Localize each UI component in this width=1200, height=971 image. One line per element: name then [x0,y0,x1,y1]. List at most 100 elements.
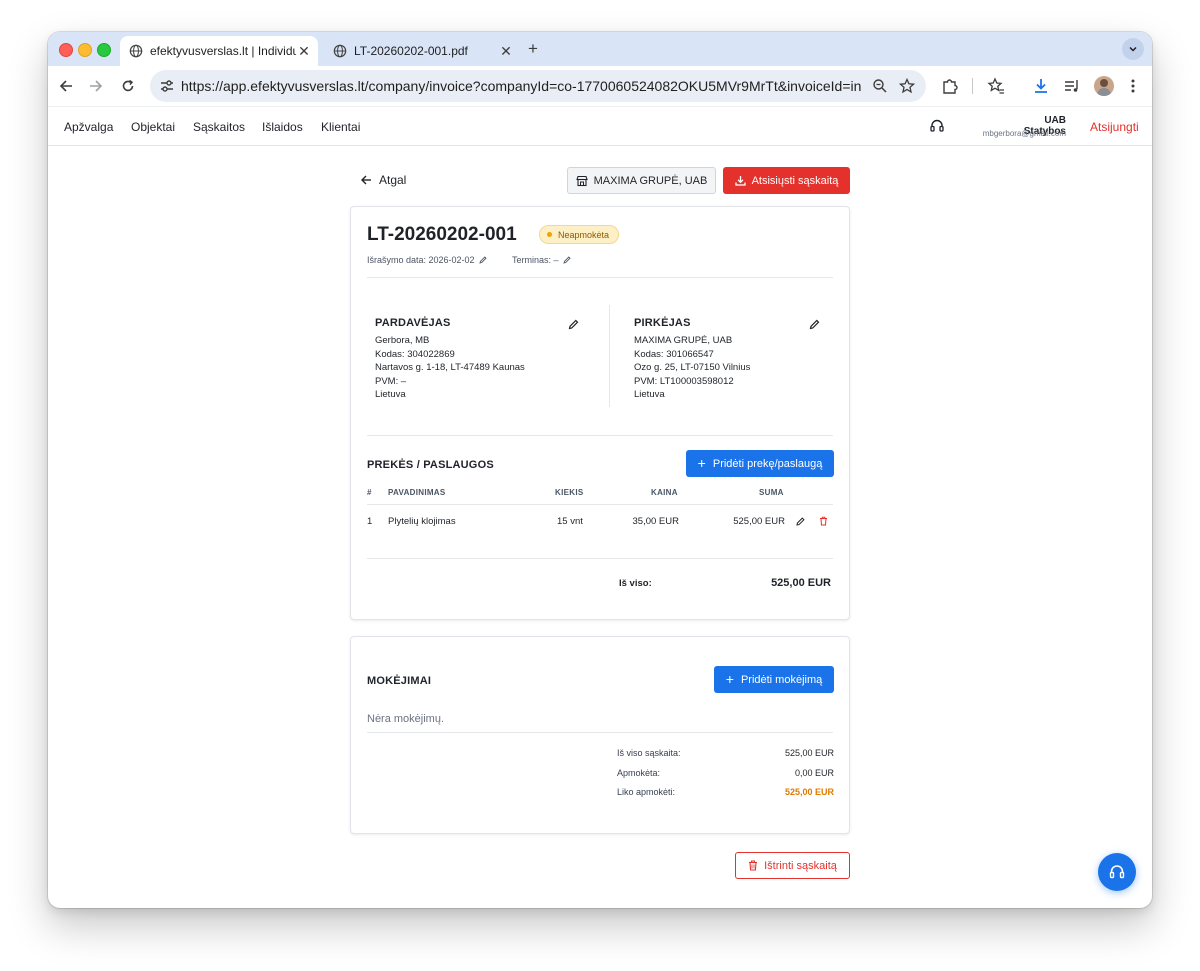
bookmark-star-icon[interactable] [899,78,915,94]
invoice-number: LT-20260202-001 [367,224,517,245]
tab-title: efektyvusverslas.lt | Individua [150,44,296,58]
profile-avatar[interactable] [1094,76,1114,96]
download-invoice-button[interactable]: Atsisiųsti sąskaitą [723,167,850,194]
nav-item-expenses[interactable]: Išlaidos [262,120,303,134]
total-value: 525,00 EUR [771,577,831,589]
zoom-icon[interactable] [872,78,888,94]
empty-payments-text: Nėra mokėjimų. [367,713,445,725]
payments-card: MOKĖJIMAI + Pridėti mokėjimą Nėra mokėji… [350,636,850,834]
add-payment-button[interactable]: + Pridėti mokėjimą [714,666,834,693]
reload-icon [122,79,134,92]
forward-nav-button[interactable] [86,76,106,96]
pencil-icon[interactable] [568,319,579,330]
site-settings-icon [161,80,173,92]
delete-invoice-label: Ištrinti sąskaitą [764,859,837,872]
column-header-sum: SUMA [759,488,784,497]
column-header-number: # [367,488,372,497]
trash-icon[interactable] [819,516,828,526]
buyer-vat: PVM: LT100003598012 [634,376,734,387]
tab-active[interactable]: efektyvusverslas.lt | Individua ✕ [120,36,318,66]
seller-vat: PVM: – [375,376,407,387]
arrow-left-icon [59,80,72,92]
logout-link[interactable]: Atsijungti [1090,120,1139,134]
buyer-code: Kodas: 301066547 [634,349,714,360]
row-name: Plytelių klojimas [388,516,456,527]
tab-title: LT-20260202-001.pdf [354,44,468,58]
maximize-window-button[interactable] [97,43,111,57]
row-number: 1 [367,516,373,527]
nav-item-objects[interactable]: Objektai [131,120,175,134]
reload-button[interactable] [118,76,138,96]
issue-date[interactable]: Išrašymo data: 2026-02-02 [367,255,487,265]
buyer-name: MAXIMA GRUPĖ, UAB [634,335,733,346]
due-term[interactable]: Terminas: – [512,255,571,265]
status-badge: Neapmokėta [539,225,620,244]
url-text: https://app.efektyvusverslas.lt/company/… [181,78,861,94]
store-icon [575,175,588,186]
headset-icon[interactable] [929,118,945,134]
pencil-icon[interactable] [809,319,820,330]
summary-total-value: 525,00 EUR [784,748,834,758]
tab-close-icon[interactable]: ✕ [296,43,312,60]
address-bar[interactable]: https://app.efektyvusverslas.lt/company/… [150,70,926,102]
buyer-country: Lietuva [634,389,665,400]
divider [367,277,833,278]
download-icon [734,176,746,186]
client-button[interactable]: MAXIMA GRUPĖ, UAB [567,167,716,194]
nav-item-overview[interactable]: Apžvalga [64,120,113,134]
back-nav-button[interactable] [56,76,76,96]
seller-country: Lietuva [375,389,406,400]
row-price: 35,00 EUR [632,516,679,527]
tab-pdf[interactable]: LT-20260202-001.pdf ✕ [324,36,520,66]
media-control-icon[interactable] [1063,77,1081,95]
seller-title: PARDAVĖJAS [375,317,451,329]
total-label: Iš viso: [619,578,652,589]
party-divider [609,305,610,407]
back-link[interactable]: Atgal [361,173,406,187]
tab-close-icon[interactable]: ✕ [498,43,514,60]
more-menu-icon[interactable] [1124,77,1142,95]
browser-toolbar: https://app.efektyvusverslas.lt/company/… [48,66,1152,106]
bookmarks-star-icon[interactable] [987,77,1005,95]
table-header-divider [367,504,833,505]
globe-icon [129,44,143,58]
term-text: Terminas: – [512,255,559,265]
seller-address: Nartavos g. 1-18, LT-47489 Kaunas [375,362,525,373]
column-header-name: PAVADINIMAS [388,488,446,497]
toolbar-divider [972,78,973,94]
download-invoice-label: Atsisiųsti sąskaitą [751,174,839,187]
divider [367,435,833,436]
row-sum: 525,00 EUR [733,516,785,527]
summary-remaining-value: 525,00 EUR [784,787,834,797]
column-header-quantity: KIEKIS [555,488,584,497]
plus-icon: + [725,671,734,687]
plus-icon: + [697,455,706,471]
add-item-button[interactable]: + Pridėti prekę/paslaugą [686,450,834,477]
tab-search-button[interactable] [1122,38,1144,60]
items-title: PREKĖS / PASLAUGOS [367,459,494,471]
app-navigation: Apžvalga Objektai Sąskaitos Išlaidos Kli… [48,106,1152,146]
nav-item-clients[interactable]: Klientai [321,120,360,134]
extensions-icon[interactable] [941,77,959,95]
close-window-button[interactable] [59,43,73,57]
arrow-right-icon [90,80,103,92]
status-dot [547,232,552,237]
client-button-label: MAXIMA GRUPĖ, UAB [593,174,708,187]
delete-invoice-button[interactable]: Ištrinti sąskaitą [735,852,850,879]
pencil-icon[interactable] [796,517,805,526]
summary-remaining-label: Liko apmokėti: [617,787,676,797]
divider [367,732,833,733]
company-email: mbgerbora@gmail.com [982,129,1066,138]
minimize-window-button[interactable] [78,43,92,57]
pencil-icon [562,256,571,264]
support-chat-button[interactable] [1098,853,1136,891]
payments-title: MOKĖJIMAI [367,675,432,687]
download-icon[interactable] [1032,77,1050,95]
globe-icon [333,44,347,58]
nav-item-invoices[interactable]: Sąskaitos [193,120,245,134]
row-quantity: 15 vnt [557,516,583,527]
summary-paid-label: Apmokėta: [617,768,661,778]
add-payment-label: Pridėti mokėjimą [740,673,823,686]
status-label: Neapmokėta [558,229,610,240]
new-tab-button[interactable]: + [528,40,538,58]
